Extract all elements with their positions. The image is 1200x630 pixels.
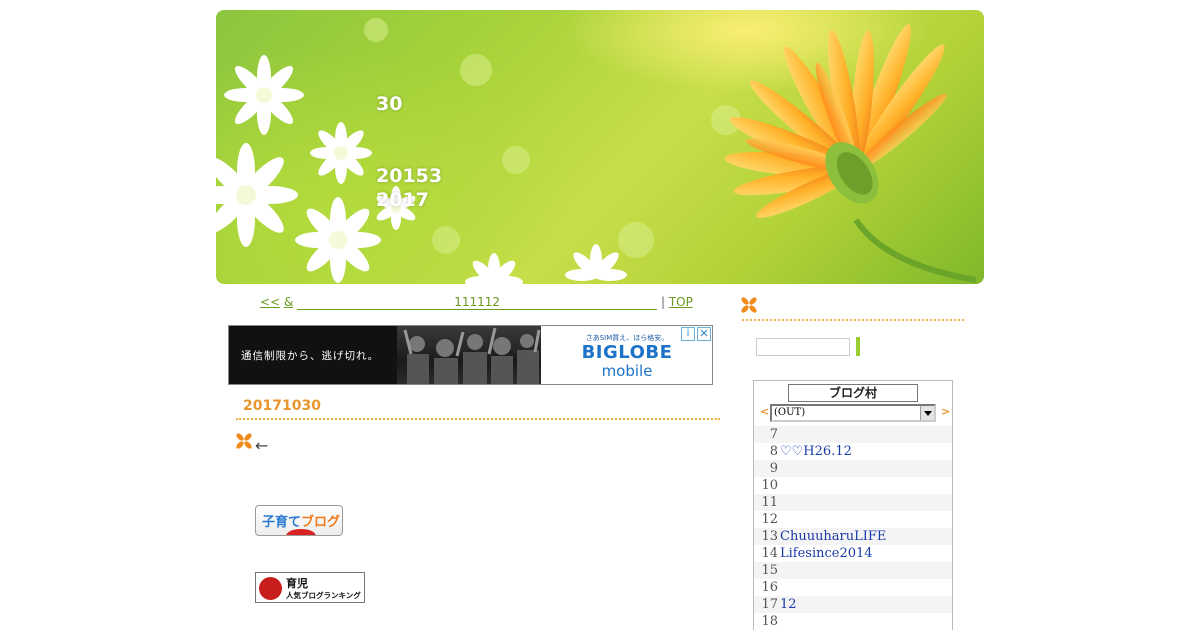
blogmura-logo[interactable]: ブログ村 — [788, 384, 918, 402]
ad-close-icon[interactable]: ✕ — [697, 327, 711, 341]
blogmura-ranking-widget: ブログ村 < (OUT) > 7 8 ♡♡H26.12 9 10 11 12 13… — [753, 380, 953, 630]
next-post-link[interactable]: 111112 — [297, 295, 658, 310]
ranking-selected-value: (OUT) — [774, 407, 806, 418]
list-item[interactable]: 11 — [754, 494, 952, 511]
list-item[interactable]: 17 12 — [754, 596, 952, 613]
orange-flower-icon — [235, 432, 253, 454]
kosodate-blog-banner[interactable]: 子育てブログ — [255, 505, 343, 536]
banner-red-shape — [286, 529, 316, 535]
list-item[interactable]: 14 Lifesince2014 — [754, 545, 952, 562]
list-item[interactable]: 15 — [754, 562, 952, 579]
list-item[interactable]: 12 — [754, 511, 952, 528]
ranking-next-button[interactable]: > — [941, 405, 950, 418]
header-line-1: 30 — [376, 93, 403, 115]
ad-banner[interactable]: 通信制限から、逃げ切れ。 さあSIM買え、ほら格安。 BIGLOBE mobil… — [228, 325, 713, 385]
search-button[interactable] — [856, 337, 860, 356]
ranking-category-select[interactable]: (OUT) — [770, 404, 936, 422]
chevron-down-icon[interactable] — [920, 406, 934, 420]
ad-crowd-image — [397, 326, 541, 384]
ikuji-ranking-banner[interactable]: 育児 人気ブログランキング — [255, 572, 365, 603]
date-divider — [236, 418, 720, 420]
list-item[interactable]: 9 — [754, 460, 952, 477]
list-item[interactable]: 18 — [754, 613, 952, 630]
list-item[interactable]: 8 ♡♡H26.12 — [754, 443, 952, 460]
ikuji-banner-title: 育児 — [286, 577, 308, 590]
orange-flower-icon — [740, 296, 758, 318]
ranking-prev-button[interactable]: < — [760, 405, 769, 418]
ad-brand-sub: mobile — [601, 362, 653, 380]
post-navigation: << & 111112 | TOP — [260, 295, 693, 310]
post-date: 20171030 — [243, 398, 321, 414]
list-item[interactable]: 13 ChuuuharuLIFE — [754, 528, 952, 545]
list-item[interactable]: 16 — [754, 579, 952, 596]
kosodate-banner-text: 子育てブログ — [262, 515, 341, 530]
list-item[interactable]: 7 — [754, 426, 952, 443]
prev-post-link[interactable]: << — [260, 295, 280, 309]
ad-brand-name: BIGLOBE — [581, 342, 673, 363]
flower-illustration — [216, 18, 977, 284]
header-line-3: 2017 — [376, 189, 429, 211]
ikuji-banner-sub: 人気ブログランキング — [286, 591, 361, 600]
ranking-list: 7 8 ♡♡H26.12 9 10 11 12 13 ChuuuharuLIFE 1… — [754, 426, 952, 630]
prev-amp-link[interactable]: & — [284, 295, 293, 309]
ad-info-icon[interactable]: i — [681, 327, 695, 341]
top-link[interactable]: TOP — [669, 295, 693, 309]
search-input[interactable] — [756, 338, 850, 356]
ad-left-text: 通信制限から、逃げ切れ。 — [229, 326, 397, 384]
ranking-logo-icon — [259, 577, 282, 600]
back-arrow[interactable]: ← — [255, 436, 268, 455]
header-line-2: 20153 — [376, 165, 443, 187]
header-banner: 30 20153 2017 — [216, 10, 984, 284]
nav-separator: | — [660, 295, 665, 309]
sidebar-divider — [742, 319, 964, 321]
list-item[interactable]: 10 — [754, 477, 952, 494]
